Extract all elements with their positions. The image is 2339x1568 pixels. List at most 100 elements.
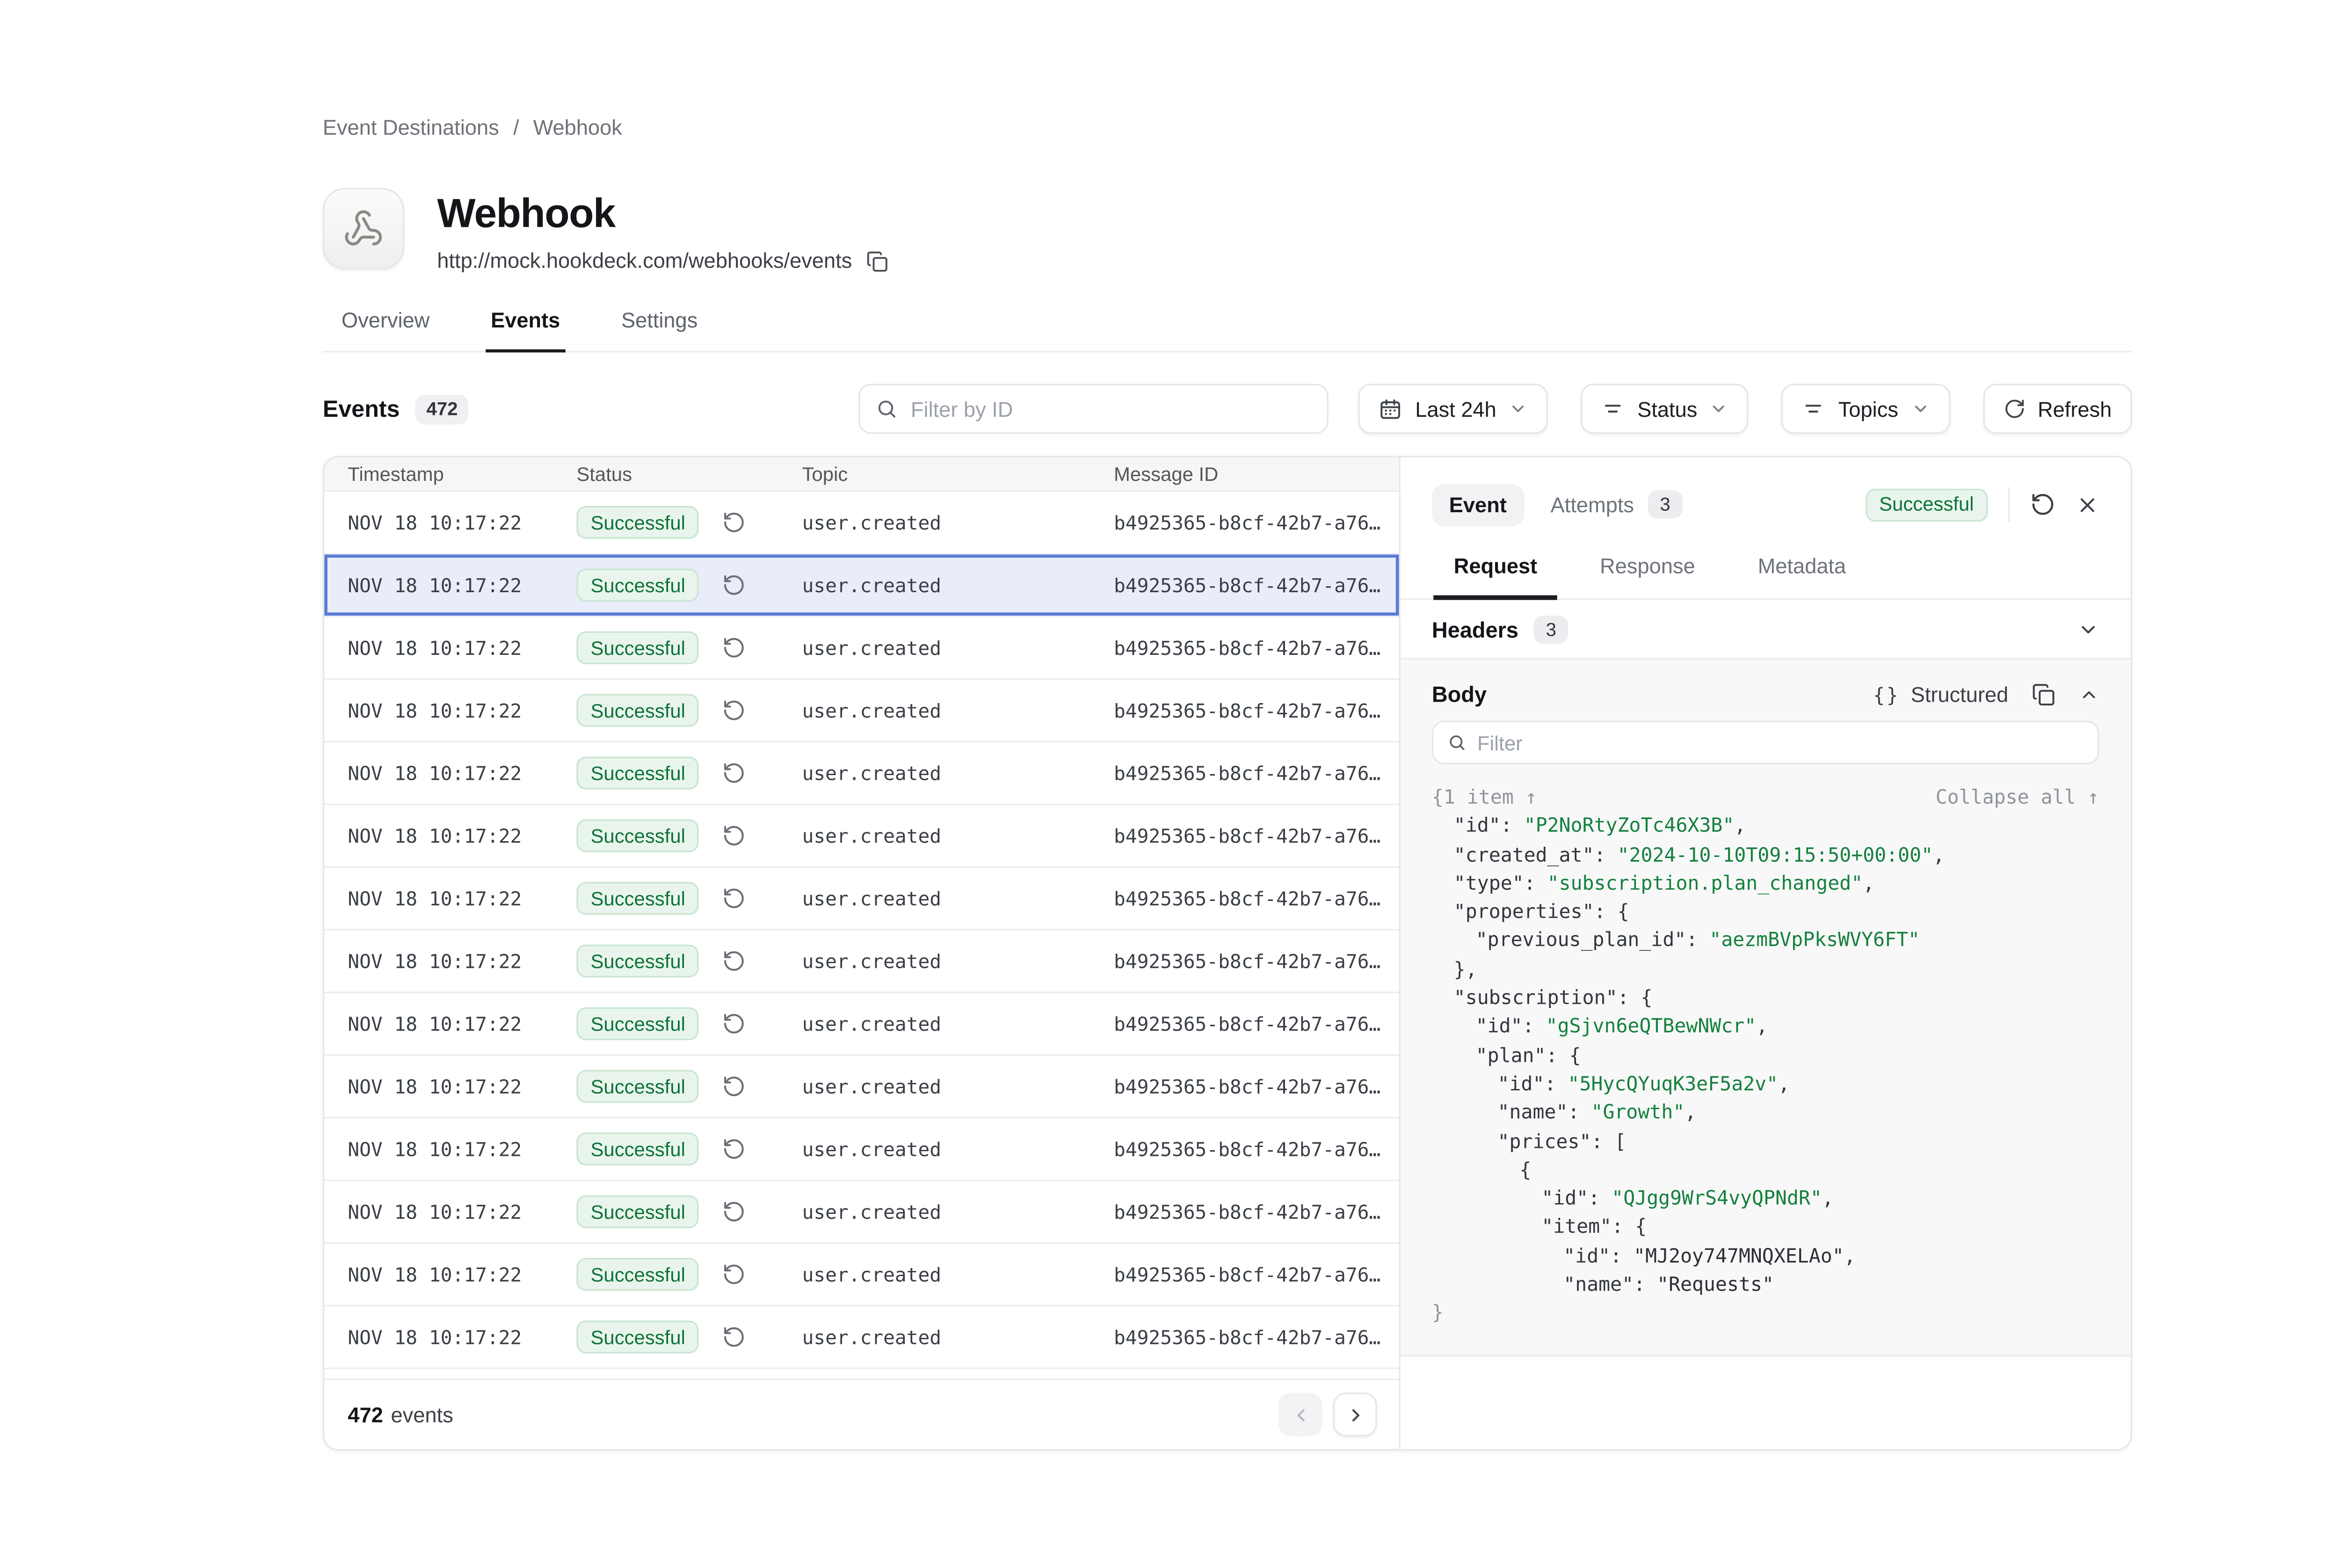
status-badge: Successful xyxy=(576,756,699,789)
cell-status: Successful xyxy=(576,569,802,602)
table-row[interactable]: NOV 18 10:17:22 Successful user.created … xyxy=(324,617,1399,680)
retry-event-button[interactable] xyxy=(723,1325,746,1349)
retry-event-button[interactable] xyxy=(723,886,746,910)
detail-sub-tabs: Request Response Metadata xyxy=(1401,550,2131,600)
calendar-icon xyxy=(1379,397,1402,421)
cell-status: Successful xyxy=(576,1070,802,1103)
cell-status: Successful xyxy=(576,506,802,539)
tab-overview[interactable]: Overview xyxy=(341,309,429,351)
breadcrumb-section[interactable]: Event Destinations xyxy=(323,116,499,139)
page: Event Destinations / Webhook Webhook htt… xyxy=(0,0,2132,1451)
filter-lines-icon xyxy=(1802,397,1826,421)
retry-event-button[interactable] xyxy=(723,573,746,597)
structured-mode-toggle[interactable]: {} Structured xyxy=(1873,682,2008,705)
refresh-label: Refresh xyxy=(2038,397,2112,421)
topics-filter-button[interactable]: Topics xyxy=(1782,384,1950,434)
time-range-button[interactable]: Last 24h xyxy=(1359,384,1548,434)
json-viewer: {1 item ↑ Collapse all ↑ "id": "P2NoRtyZ… xyxy=(1432,783,2099,1328)
cell-status: Successful xyxy=(576,756,802,789)
retry-icon xyxy=(723,1074,746,1098)
retry-event-button[interactable] xyxy=(723,511,746,534)
chevron-down-icon[interactable] xyxy=(2077,618,2099,640)
table-footer: 472 events xyxy=(324,1379,1399,1449)
retry-event-button[interactable] xyxy=(723,1137,746,1161)
tab-request[interactable]: Request xyxy=(1454,550,1537,598)
retry-event-button[interactable] xyxy=(723,949,746,973)
cell-status: Successful xyxy=(576,694,802,727)
chevron-down-icon xyxy=(1509,399,1527,418)
table-row[interactable]: NOV 18 10:17:22 Successful user.created … xyxy=(324,993,1399,1056)
detail-tab-attempts[interactable]: Attempts 3 xyxy=(1533,481,1700,528)
retry-event-button[interactable] xyxy=(723,1012,746,1035)
cell-message-id: b4925365-b8cf-42b7-a76… xyxy=(1114,511,1399,533)
retry-event-button[interactable] xyxy=(723,1263,746,1286)
table-row[interactable]: NOV 18 10:17:22 Successful user.created … xyxy=(324,868,1399,930)
cell-topic: user.created xyxy=(802,1013,1114,1035)
cell-topic: user.created xyxy=(802,1326,1114,1348)
table-row[interactable]: NOV 18 10:17:22 Successful user.created … xyxy=(324,1181,1399,1244)
table-row[interactable]: NOV 18 10:17:22 Successful user.created … xyxy=(324,554,1399,617)
cell-topic: user.created xyxy=(802,1075,1114,1097)
cell-timestamp: NOV 18 10:17:22 xyxy=(348,825,576,847)
table-row[interactable]: NOV 18 10:17:22 Successful user.created … xyxy=(324,1244,1399,1307)
divider xyxy=(2008,487,2010,522)
breadcrumb-separator: / xyxy=(513,116,519,139)
table-row[interactable]: NOV 18 10:17:22 Successful user.created … xyxy=(324,1118,1399,1181)
table-row[interactable]: NOV 18 10:17:22 Successful user.created … xyxy=(324,805,1399,868)
table-row[interactable]: NOV 18 10:17:22 Successful user.created … xyxy=(324,1307,1399,1369)
breadcrumb-current[interactable]: Webhook xyxy=(533,116,622,139)
previous-page-button[interactable] xyxy=(1278,1393,1322,1437)
retry-event-button[interactable] xyxy=(723,1074,746,1098)
detail-tab-event[interactable]: Event xyxy=(1432,483,1524,525)
tab-metadata[interactable]: Metadata xyxy=(1758,550,1846,598)
status-badge: Successful xyxy=(576,819,699,852)
cell-topic: user.created xyxy=(802,825,1114,847)
close-panel-button[interactable] xyxy=(2076,493,2099,516)
status-badge: Successful xyxy=(576,632,699,664)
table-row[interactable]: NOV 18 10:17:22 Successful user.created … xyxy=(324,1369,1399,1379)
retry-event-button[interactable] xyxy=(723,824,746,847)
table-row[interactable]: NOV 18 10:17:22 Successful user.created … xyxy=(324,1056,1399,1118)
json-meta-row: {1 item ↑ Collapse all ↑ xyxy=(1432,783,2099,812)
detail-top-actions: Successful xyxy=(1865,487,2099,522)
copy-body-button[interactable] xyxy=(2032,682,2055,705)
json-line: "item": { xyxy=(1432,1213,2099,1241)
json-items-summary[interactable]: {1 item ↑ xyxy=(1432,783,1537,812)
structured-label: Structured xyxy=(1911,682,2009,705)
tab-events[interactable]: Events xyxy=(491,309,560,351)
status-badge: Successful xyxy=(1865,488,1988,521)
headers-section-toggle[interactable]: Headers 3 xyxy=(1401,600,2131,660)
retry-event-button[interactable] xyxy=(723,762,746,785)
status-badge: Successful xyxy=(576,1070,699,1103)
collapse-all-button[interactable]: Collapse all ↑ xyxy=(1936,783,2099,812)
retry-event-button[interactable] xyxy=(723,636,746,660)
cell-topic: user.created xyxy=(802,699,1114,721)
status-badge: Successful xyxy=(576,1007,699,1040)
cell-message-id: b4925365-b8cf-42b7-a76… xyxy=(1114,637,1399,659)
cell-topic: user.created xyxy=(802,950,1114,972)
title-block: Webhook http://mock.hookdeck.com/webhook… xyxy=(437,188,888,273)
retry-event-button[interactable] xyxy=(2030,492,2056,517)
collapse-body-button[interactable] xyxy=(2079,684,2099,704)
body-actions: {} Structured xyxy=(1873,682,2099,705)
body-filter-input[interactable] xyxy=(1477,731,2084,754)
retry-event-button[interactable] xyxy=(723,1200,746,1223)
event-detail-panel: Event Attempts 3 Successful xyxy=(1401,457,2131,1449)
cell-timestamp: NOV 18 10:17:22 xyxy=(348,1075,576,1097)
retry-icon xyxy=(723,1263,746,1286)
filter-by-id-input[interactable] xyxy=(911,397,1312,421)
tab-response[interactable]: Response xyxy=(1600,550,1695,598)
status-filter-button[interactable]: Status xyxy=(1581,384,1749,434)
refresh-button[interactable]: Refresh xyxy=(1983,384,2132,434)
table-row[interactable]: NOV 18 10:17:22 Successful user.created … xyxy=(324,742,1399,805)
tab-settings[interactable]: Settings xyxy=(621,309,697,351)
table-row[interactable]: NOV 18 10:17:22 Successful user.created … xyxy=(324,930,1399,993)
retry-event-button[interactable] xyxy=(723,699,746,722)
table-row[interactable]: NOV 18 10:17:22 Successful user.created … xyxy=(324,680,1399,742)
table-row[interactable]: NOV 18 10:17:22 Successful user.created … xyxy=(324,492,1399,555)
status-badge: Successful xyxy=(576,1132,699,1165)
copy-url-button[interactable] xyxy=(866,250,888,272)
body-section-header: Body {} Structured xyxy=(1401,660,2131,706)
next-page-button[interactable] xyxy=(1333,1393,1377,1437)
page-tabs: Overview Events Settings xyxy=(323,309,2132,353)
